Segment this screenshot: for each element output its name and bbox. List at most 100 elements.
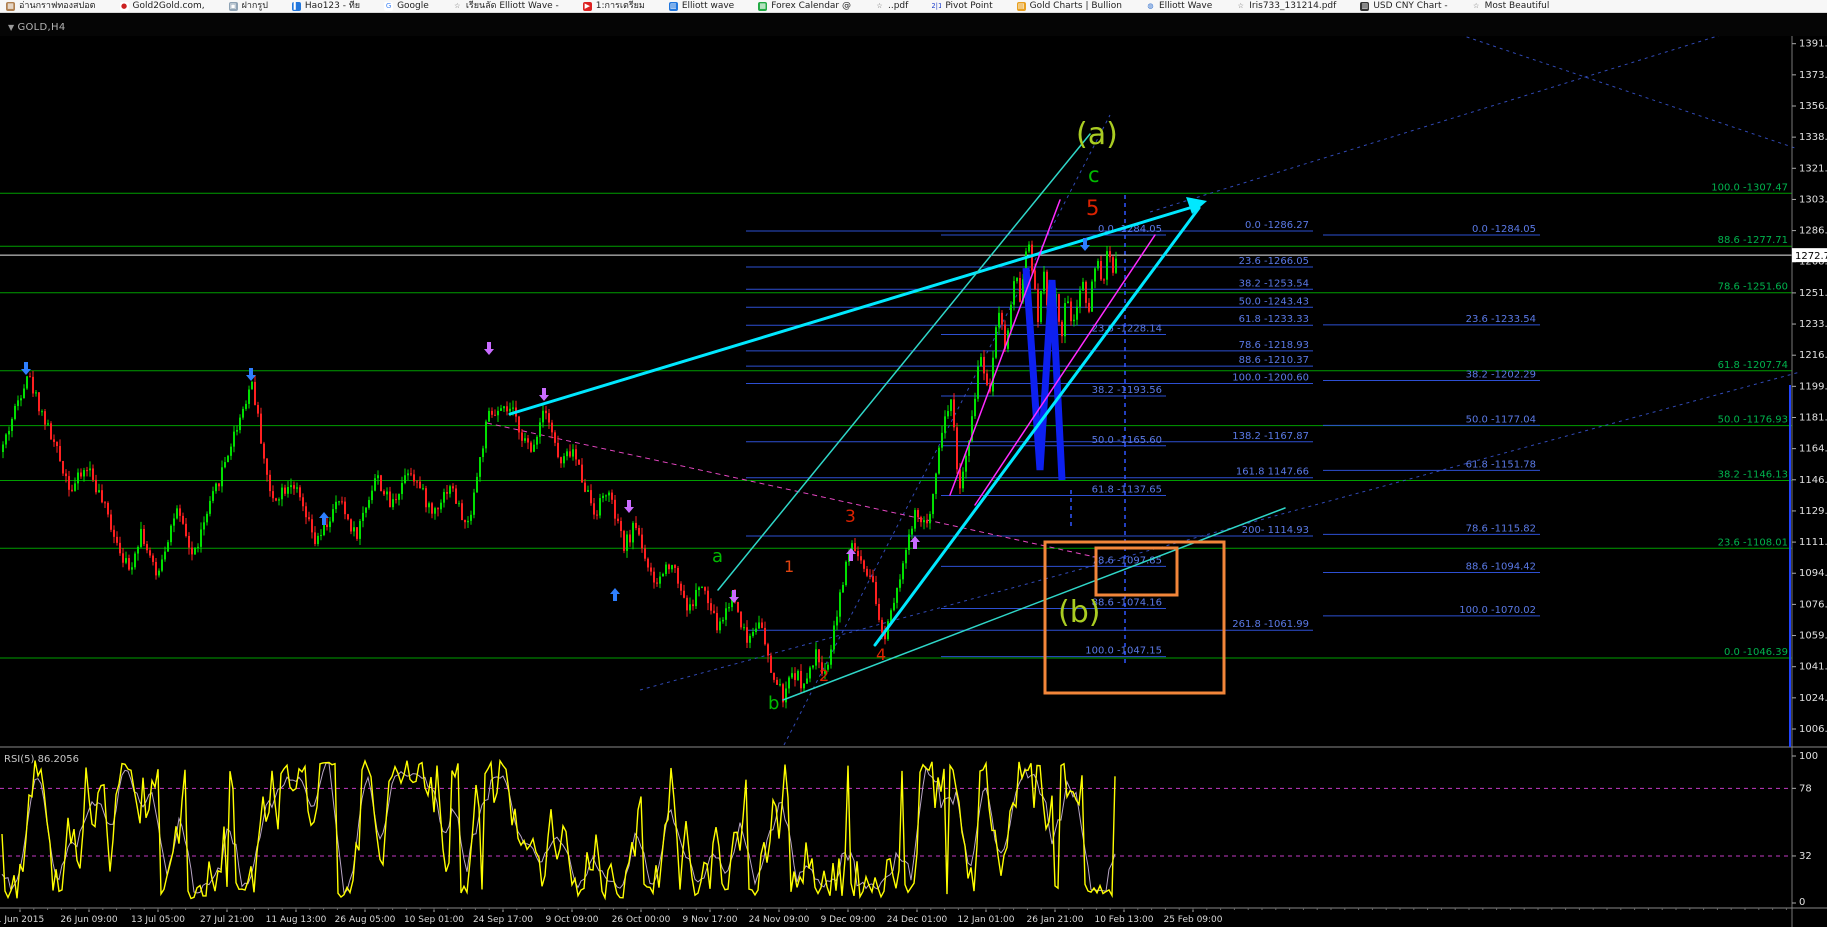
candle-body bbox=[113, 529, 115, 537]
candle-body bbox=[770, 655, 772, 673]
candle-body bbox=[500, 408, 502, 411]
candle-body bbox=[272, 491, 274, 499]
bookmark-item[interactable]: 2|1 Pivot Point bbox=[932, 0, 992, 12]
bookmark-item[interactable]: ▤ Gold Charts | Bullion bbox=[1016, 0, 1122, 12]
fib-center-label: 138.2 -1167.87 bbox=[1232, 431, 1309, 442]
wave-label: b bbox=[768, 693, 779, 714]
candle-body bbox=[158, 570, 160, 576]
candle-body bbox=[923, 520, 925, 523]
fib-left-label: 100.0 -1047.15 bbox=[1085, 646, 1162, 657]
candle-body bbox=[107, 502, 109, 515]
candle-body bbox=[365, 507, 367, 513]
candle-body bbox=[632, 522, 634, 543]
candle-body bbox=[788, 677, 790, 689]
candle-body bbox=[47, 423, 49, 425]
bookmark-label: Gold2Gold.com, bbox=[132, 1, 205, 11]
candle-body bbox=[200, 529, 202, 547]
chart-canvas[interactable]: 100.0 -1307.47 88.6 -1277.71 78.6 -1251.60… bbox=[0, 0, 1827, 927]
candle-body bbox=[281, 487, 283, 500]
magenta-channel-2[interactable] bbox=[974, 234, 1156, 506]
fib-right-label: 50.0 -1177.04 bbox=[1466, 414, 1536, 425]
wave-label: (a) bbox=[1076, 117, 1118, 152]
candle-body bbox=[1031, 244, 1033, 271]
candle-body bbox=[1076, 306, 1078, 320]
candle-body bbox=[344, 501, 346, 515]
wave-label: (b) bbox=[1058, 595, 1100, 630]
green-fib-label: 61.8 -1207.74 bbox=[1718, 360, 1788, 371]
candle-body bbox=[74, 483, 76, 491]
candle-body bbox=[950, 399, 952, 412]
youtube-icon: ▶ bbox=[582, 1, 592, 11]
candle-body bbox=[95, 479, 97, 493]
bookmark-item[interactable]: G Google bbox=[384, 0, 429, 12]
fib-right-label: 23.6 -1233.54 bbox=[1466, 314, 1536, 325]
candle-body bbox=[506, 406, 508, 412]
candle-body bbox=[467, 520, 469, 523]
candle-body bbox=[866, 568, 868, 576]
bookmark-item[interactable]: ▶ 1:การเตรียม bbox=[582, 0, 645, 12]
bookmarks-bar: ▦ อ่านกราฟทองสปอต ● Gold2Gold.com, ▣ ฝากรูป ▍ H… bbox=[0, 0, 1827, 13]
price-axis-label: 1041. bbox=[1799, 662, 1827, 673]
candle-body bbox=[359, 520, 361, 539]
fib-right-label: 0.0 -1284.05 bbox=[1472, 224, 1536, 235]
bookmark-item[interactable]: ▦ Forex Calendar @ bbox=[758, 0, 851, 12]
candle-body bbox=[290, 485, 292, 488]
candle-body bbox=[518, 416, 520, 433]
globe-icon: ◍ bbox=[1147, 1, 1154, 10]
bookmark-item[interactable]: ☆ Most Beautiful bbox=[1472, 0, 1549, 12]
bookmark-item[interactable]: ▍ Hao123 - ทีย bbox=[291, 0, 361, 12]
collapse-triangle-icon[interactable]: ▼ bbox=[8, 23, 14, 32]
candle-body bbox=[776, 679, 778, 685]
candle-body bbox=[443, 492, 445, 503]
steep-support[interactable] bbox=[873, 206, 1201, 647]
wave-label: 3 bbox=[845, 507, 856, 527]
candle-body bbox=[482, 448, 484, 458]
candle-body bbox=[446, 492, 448, 494]
bookmark-label: Iris733_131214.pdf bbox=[1249, 1, 1337, 11]
time-axis-label: 24 Nov 09:00 bbox=[749, 915, 810, 925]
candle-body bbox=[77, 472, 79, 484]
candle-body bbox=[347, 514, 349, 520]
green-fib-label: 88.6 -1277.71 bbox=[1718, 235, 1788, 246]
candle-body bbox=[704, 587, 706, 591]
candle-body bbox=[206, 513, 208, 523]
candle-body bbox=[293, 485, 295, 489]
bookmark-item[interactable]: ▦ อ่านกราฟทองสปอต bbox=[6, 0, 96, 12]
candle-body bbox=[605, 495, 607, 497]
candle-body bbox=[461, 503, 463, 521]
main-uptrend-arrow[interactable] bbox=[508, 204, 1198, 416]
time-axis-label: 12 Jan 01:00 bbox=[958, 915, 1015, 925]
candle-body bbox=[125, 558, 127, 563]
bookmark-item[interactable]: ● Gold2Gold.com, bbox=[119, 0, 205, 12]
candle-body bbox=[1079, 290, 1081, 307]
bookmark-item[interactable]: ☆ Iris733_131214.pdf bbox=[1236, 0, 1337, 12]
bookmark-item[interactable]: ☆ เรียนลัด Elliott Wave - bbox=[453, 0, 559, 12]
candle-body bbox=[938, 447, 940, 474]
candle-body bbox=[434, 508, 436, 514]
time-axis-label: 11 Aug 13:00 bbox=[266, 915, 327, 925]
candle-body bbox=[695, 589, 697, 607]
bookmark-item[interactable]: ▣ ฝากรูป bbox=[228, 0, 268, 12]
candle-body bbox=[1070, 301, 1072, 322]
bookmark-item[interactable]: ▥ Elliott wave bbox=[668, 0, 735, 12]
candle-body bbox=[998, 312, 1000, 328]
candle-body bbox=[725, 608, 727, 620]
bookmark-item[interactable]: ▥ USD CNY Chart - bbox=[1360, 0, 1448, 12]
candle-body bbox=[566, 451, 568, 457]
bookmark-item[interactable]: ☆ ..pdf bbox=[875, 0, 908, 12]
candle-body bbox=[1091, 281, 1093, 312]
candle-body bbox=[737, 602, 739, 612]
bookmark-item[interactable]: ◍ Elliott Wave bbox=[1146, 0, 1212, 12]
candle-body bbox=[131, 567, 133, 570]
chart-icon: ▥ bbox=[1360, 1, 1370, 11]
bookmark-label: Hao123 - ทีย bbox=[304, 1, 361, 11]
chart-symbol-title[interactable]: ▼ GOLD,H4 bbox=[8, 22, 66, 33]
candle-body bbox=[539, 422, 541, 437]
candle-body bbox=[932, 493, 934, 515]
bookmark-label: Elliott wave bbox=[681, 1, 735, 11]
candle-body bbox=[659, 576, 661, 584]
fib-center-label: 261.8 -1061.99 bbox=[1232, 619, 1309, 630]
candle-body bbox=[242, 408, 244, 418]
lower-support[interactable] bbox=[782, 507, 1286, 701]
candle-body bbox=[449, 486, 451, 494]
